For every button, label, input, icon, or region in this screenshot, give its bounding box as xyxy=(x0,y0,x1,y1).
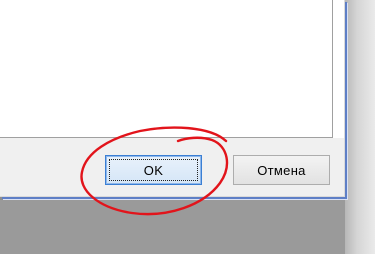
focus-rectangle xyxy=(109,159,198,181)
window-edge-shadow xyxy=(345,0,375,254)
desktop-area xyxy=(0,200,375,254)
ok-button[interactable]: OK xyxy=(105,155,202,185)
dialog-content-panel xyxy=(0,0,333,138)
cancel-button-label: Отмена xyxy=(257,162,306,178)
cancel-button[interactable]: Отмена xyxy=(233,155,330,185)
